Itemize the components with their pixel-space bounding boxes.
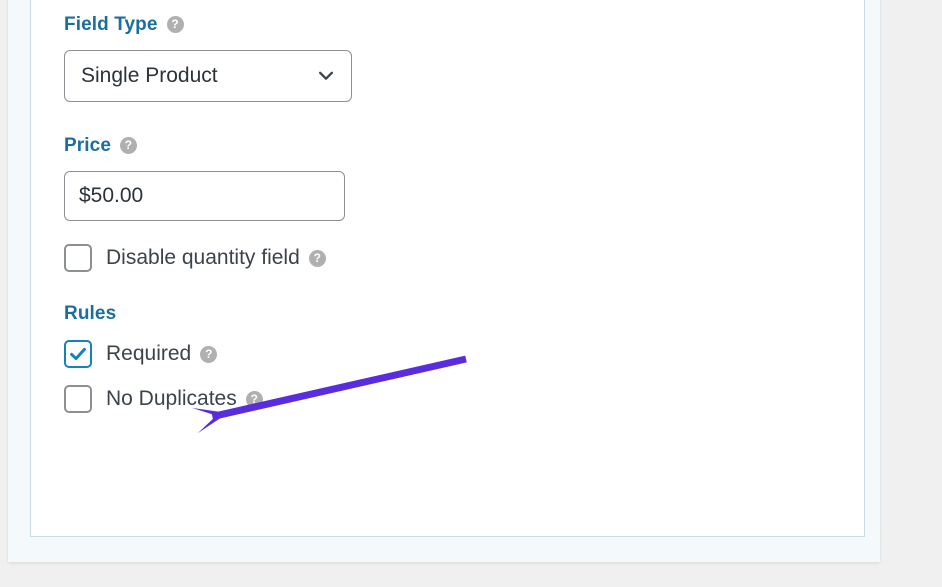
help-circle-icon[interactable]: ? [200,345,218,363]
field-settings-content: Field Type ? Single Product Price ? $50.… [64,15,834,413]
disable-quantity-row: Disable quantity field ? [64,244,834,272]
help-circle-icon[interactable]: ? [245,390,263,408]
field-type-heading: Field Type ? [64,15,834,34]
required-label: Required [106,342,192,365]
field-settings-card: Field Type ? Single Product Price ? $50.… [30,0,865,537]
field-type-select-value: Single Product [81,64,218,87]
rules-heading: Rules [64,304,834,323]
rule-no-duplicates-row: No Duplicates ? [64,385,834,413]
no-duplicates-label: No Duplicates [106,387,237,410]
screenshot-stage: Field Type ? Single Product Price ? $50.… [0,0,942,587]
help-circle-icon[interactable]: ? [166,16,184,33]
no-duplicates-checkbox[interactable] [64,385,92,413]
chevron-down-icon [317,67,335,85]
required-checkbox[interactable] [64,340,92,368]
price-heading-label: Price [64,135,111,156]
price-heading: Price ? [64,136,834,155]
field-type-select[interactable]: Single Product [64,50,352,102]
help-circle-icon[interactable]: ? [119,137,137,154]
rule-required-row: Required ? [64,340,834,368]
disable-quantity-checkbox[interactable] [64,244,92,272]
help-circle-icon[interactable]: ? [308,249,326,267]
price-input[interactable] [64,171,345,221]
field-type-select-wrapper: Single Product [64,50,352,102]
disable-quantity-label: Disable quantity field [106,246,300,269]
rules-heading-label: Rules [64,303,117,324]
field-type-heading-label: Field Type [64,14,158,35]
